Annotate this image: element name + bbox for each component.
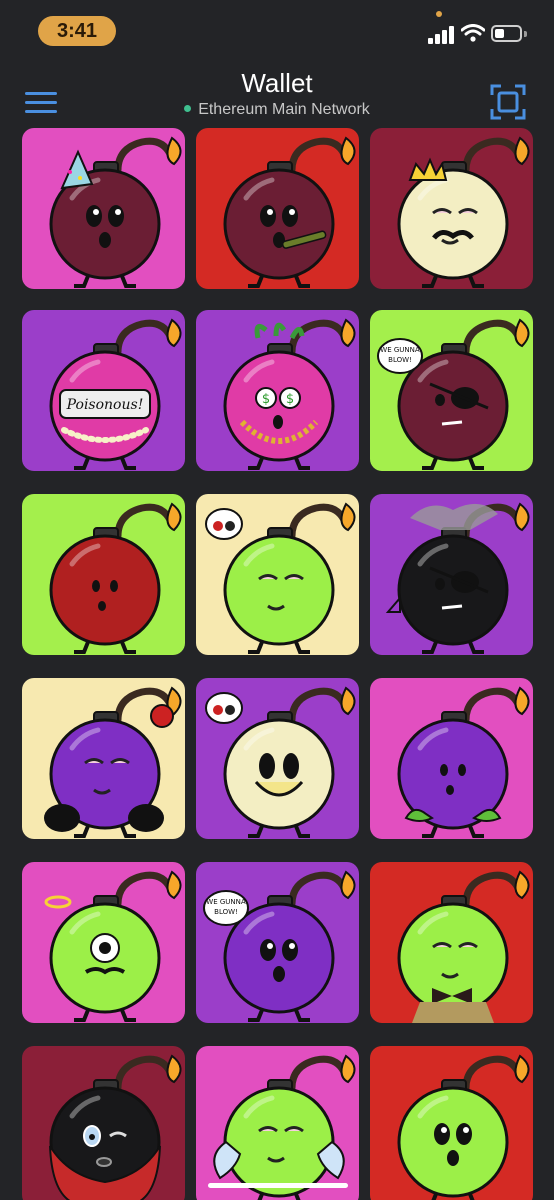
svg-text:Poisonous!: Poisonous! xyxy=(66,397,144,413)
nft-artwork-image xyxy=(213,1054,356,1200)
nft-card[interactable]: $ $ xyxy=(196,310,359,471)
nft-artwork-image xyxy=(397,136,530,288)
privacy-indicator-dot xyxy=(436,11,442,17)
wifi-icon xyxy=(461,24,485,42)
nft-card[interactable] xyxy=(370,678,533,839)
nft-card[interactable] xyxy=(22,862,185,1023)
nft-artwork-image xyxy=(44,870,182,1022)
nft-artwork-image xyxy=(385,502,530,654)
cellular-signal-icon xyxy=(428,26,456,44)
status-bar: 3:41 xyxy=(0,0,554,62)
nft-artwork-image: Poisonous! xyxy=(49,318,182,470)
nft-card[interactable] xyxy=(22,1046,185,1200)
nft-artwork-image xyxy=(397,870,530,1023)
nft-card[interactable] xyxy=(370,1046,533,1200)
network-selector[interactable]: Ethereum Main Network xyxy=(0,101,554,119)
nft-card[interactable] xyxy=(370,862,533,1023)
svg-text:$: $ xyxy=(262,392,270,407)
svg-text:WE GUNNA: WE GUNNA xyxy=(380,346,420,354)
svg-text:WE GUNNA: WE GUNNA xyxy=(206,898,246,906)
nft-card[interactable] xyxy=(22,678,185,839)
page-title: Wallet xyxy=(241,68,313,98)
battery-icon xyxy=(491,25,522,42)
nft-card[interactable] xyxy=(196,128,359,289)
nft-artwork-image xyxy=(205,686,356,838)
nft-artwork-image: WE GUNNA BLOW! xyxy=(377,318,530,470)
nft-artwork-image xyxy=(397,1054,530,1200)
nft-artwork-image: WE GUNNA BLOW! xyxy=(203,870,356,1022)
nft-artwork-image xyxy=(44,686,182,838)
nft-artwork-image xyxy=(49,136,182,288)
nft-card[interactable] xyxy=(196,678,359,839)
nft-card[interactable] xyxy=(370,494,533,655)
status-time: 3:41 xyxy=(38,16,116,46)
nft-artwork-image: $ $ xyxy=(223,318,356,470)
nft-card[interactable]: WE GUNNA BLOW! xyxy=(370,310,533,471)
nft-artwork-image xyxy=(397,686,530,838)
battery-cap xyxy=(524,31,527,37)
nft-collectibles-grid: Poisonous! $ $ WE GUNNA BLOW! WE GUNNA BLOW! xyxy=(22,128,534,1200)
wallet-header: Wallet Ethereum Main Network xyxy=(0,62,554,128)
nft-card[interactable] xyxy=(196,494,359,655)
home-indicator[interactable] xyxy=(208,1183,348,1188)
svg-text:$: $ xyxy=(286,392,294,407)
nft-card[interactable] xyxy=(22,494,185,655)
nft-card[interactable]: WE GUNNA BLOW! xyxy=(196,862,359,1023)
svg-text:BLOW!: BLOW! xyxy=(388,356,412,364)
nft-card[interactable] xyxy=(196,1046,359,1200)
nft-artwork-image xyxy=(205,502,356,654)
nft-artwork-image xyxy=(49,502,182,654)
nft-card[interactable]: Poisonous! xyxy=(22,310,185,471)
qr-scan-icon[interactable] xyxy=(490,84,526,120)
network-name: Ethereum Main Network xyxy=(198,101,370,118)
svg-text:BLOW!: BLOW! xyxy=(214,908,238,916)
nft-artwork-image xyxy=(49,1054,182,1200)
network-status-dot xyxy=(184,105,192,112)
nft-card[interactable] xyxy=(370,128,533,289)
nft-card[interactable] xyxy=(22,128,185,289)
nft-artwork-image xyxy=(223,136,356,288)
